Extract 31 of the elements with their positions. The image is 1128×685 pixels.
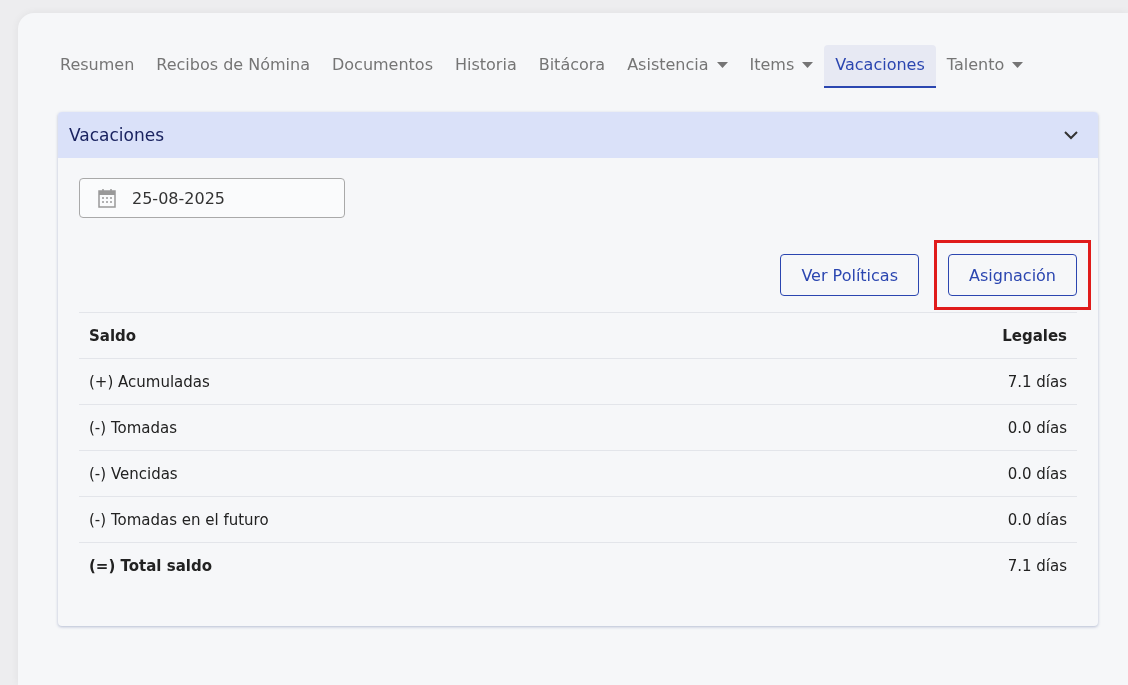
table-cell: (-) Tomadas en el futuro (89, 510, 269, 529)
date-value: 25-08-2025 (132, 188, 225, 208)
table-cell: (+) Acumuladas (89, 372, 210, 391)
column-header: Legales (1002, 326, 1067, 345)
tab[interactable]: Items (738, 45, 825, 88)
column-header: Saldo (89, 326, 137, 345)
chevron-icon[interactable] (1064, 130, 1078, 140)
tab[interactable]: Bitácora (527, 45, 617, 88)
table-cell: 0.0 días (1007, 464, 1067, 483)
date-field[interactable]: 25-08-2025 (79, 178, 345, 218)
table-cell: (=) Total saldo (89, 556, 212, 575)
tab[interactable]: Asistencia (616, 45, 739, 88)
tab[interactable]: Historia (444, 45, 528, 88)
table-cell: (-) Tomadas (89, 418, 177, 437)
caret-icon (802, 61, 814, 68)
action-button[interactable]: Asignación (948, 254, 1077, 296)
tab[interactable]: Documentos (320, 45, 444, 88)
panel-title: Vacaciones (69, 125, 165, 145)
action-button[interactable]: Ver Políticas (780, 254, 919, 296)
table-cell: (-) Vencidas (89, 464, 178, 483)
table-cell: 7.1 días (1007, 372, 1067, 391)
table-cell: 0.0 días (1007, 418, 1067, 437)
tab[interactable]: Talento (935, 45, 1035, 88)
tab[interactable]: Recibos de Nómina (145, 45, 321, 88)
table-cell: 0.0 días (1007, 510, 1067, 529)
caret-icon (716, 61, 728, 68)
calendar-icon (98, 188, 116, 208)
tab[interactable]: Vacaciones (824, 45, 936, 88)
caret-icon (1012, 61, 1024, 68)
tab[interactable]: Resumen (49, 45, 146, 88)
table-cell: 7.1 días (1007, 556, 1067, 575)
